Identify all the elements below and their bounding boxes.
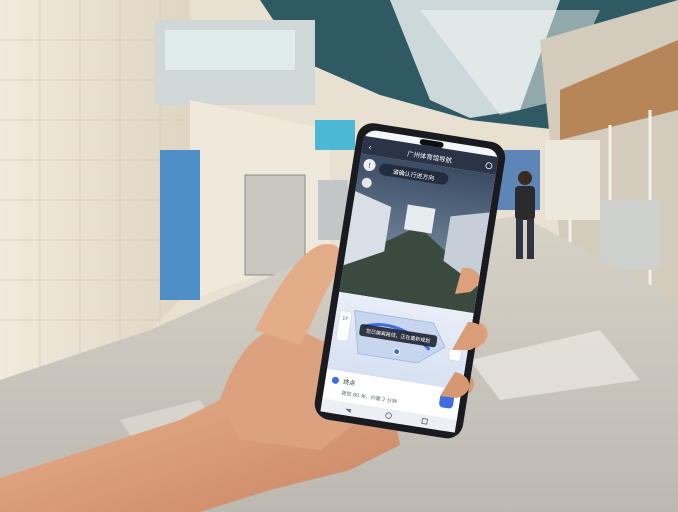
blue-door: [160, 150, 200, 300]
photo-scene: ‹ 广州体育馆导航 ! 请确认行进方向 1F 您已偏离路线，正在重新规划 终点 …: [0, 0, 678, 512]
cart: [244, 174, 306, 276]
photo-canvas: ‹ 广州体育馆导航 ! 请确认行进方向 1F 您已偏离路线，正在重新规划 终点 …: [0, 0, 678, 512]
green-sign: [315, 120, 355, 150]
floor-label: 1F: [342, 316, 349, 323]
location-dot: [393, 348, 401, 356]
